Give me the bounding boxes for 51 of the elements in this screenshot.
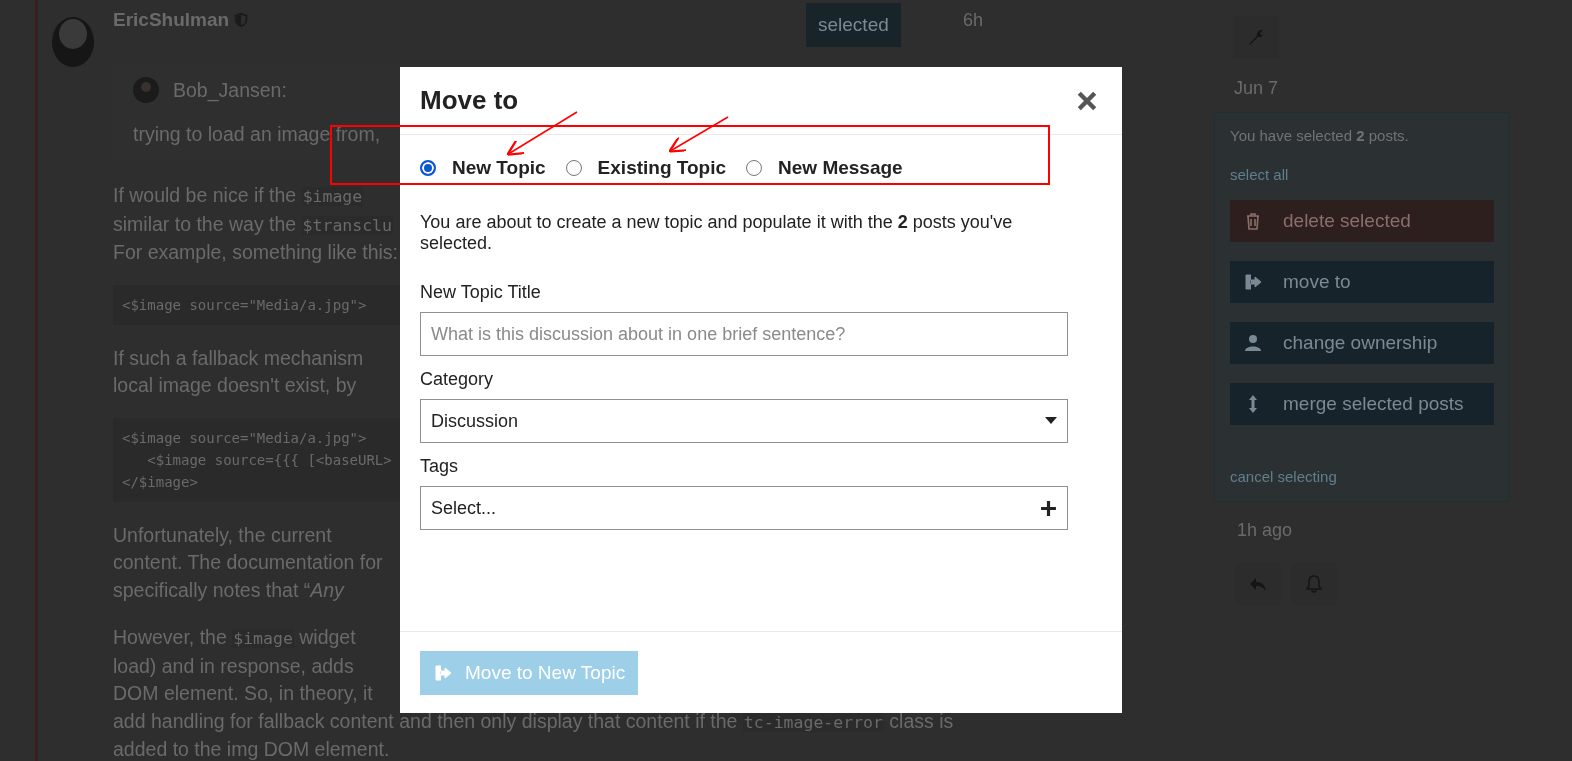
paragraph-line: content. The documentation for	[113, 550, 383, 575]
close-button[interactable]	[1076, 89, 1098, 112]
annotation-arrow	[668, 116, 729, 153]
paragraph-line: If would be nice if the $image	[113, 183, 364, 208]
selection-summary: You have selected 2 posts.	[1230, 127, 1410, 144]
radio-button[interactable]	[746, 159, 763, 176]
annotation-arrow	[506, 111, 578, 156]
paragraph-line: For example, something like this:	[113, 240, 399, 265]
radio-option[interactable]: New Message	[746, 156, 903, 179]
radio-button[interactable]	[565, 159, 582, 176]
field-label: Category	[420, 369, 495, 390]
last-activity: 1h ago	[1237, 520, 1294, 541]
author-name[interactable]: EricShulman	[113, 9, 230, 31]
post-age: 6h	[962, 9, 983, 31]
category-select[interactable]: Discussion	[420, 399, 1068, 443]
paragraph-line: Unfortunately, the current	[113, 522, 332, 548]
plus-icon	[1040, 499, 1057, 517]
post-date: Jun 7	[1234, 78, 1280, 99]
field-label: New Topic Title	[420, 282, 542, 303]
action-button[interactable]: change ownership	[1230, 322, 1494, 364]
paragraph-line: However, the $image widget	[113, 625, 356, 650]
person-icon	[1243, 333, 1263, 353]
description-text: You are about to create a new topic and populate it with the 2 posts you've selected.	[420, 212, 1014, 254]
paragraph-line: added to the img DOM element.	[113, 737, 390, 761]
field-label: Tags	[420, 456, 460, 477]
selected-button[interactable]: selected	[805, 3, 901, 47]
paragraph-line: local image doesn't exist, by	[113, 373, 357, 398]
caret-icon	[1045, 417, 1057, 425]
paragraph-line: DOM element. So, in theory, it	[113, 681, 373, 706]
action-button[interactable]: merge selected posts	[1230, 383, 1494, 425]
close-icon	[1076, 89, 1098, 112]
paragraph-line: load) and in response, adds	[113, 653, 354, 679]
tags-select[interactable]: Select...	[420, 486, 1068, 530]
topic-title-field[interactable]: What is this discussion about in one brief sentence?	[420, 312, 1068, 356]
paragraph-line: specifically notes that “Any	[113, 577, 344, 603]
cancel-selecting-link[interactable]: cancel selecting	[1230, 468, 1492, 485]
avatar-icon	[133, 77, 159, 103]
action-button[interactable]: delete selected	[1230, 200, 1494, 242]
paragraph-line: If such a fallback mechanism	[113, 345, 364, 371]
select-all-link[interactable]: select all	[1230, 166, 1492, 183]
action-button[interactable]: move to	[1230, 261, 1494, 303]
radio-option[interactable]: New Topic	[420, 156, 546, 179]
paragraph-line: similar to the way the $transclu	[113, 211, 393, 237]
exit-arrow-icon	[1243, 272, 1263, 292]
exit-arrow-icon	[433, 663, 453, 683]
quote-text: trying to load an image from,	[133, 123, 381, 146]
radio-button[interactable]	[420, 159, 436, 176]
radio-option[interactable]: Existing Topic	[565, 156, 727, 179]
bell-icon	[1304, 574, 1324, 594]
dialog-title: Move to	[420, 85, 519, 116]
quote-author: Bob_Jansen:	[173, 78, 287, 102]
